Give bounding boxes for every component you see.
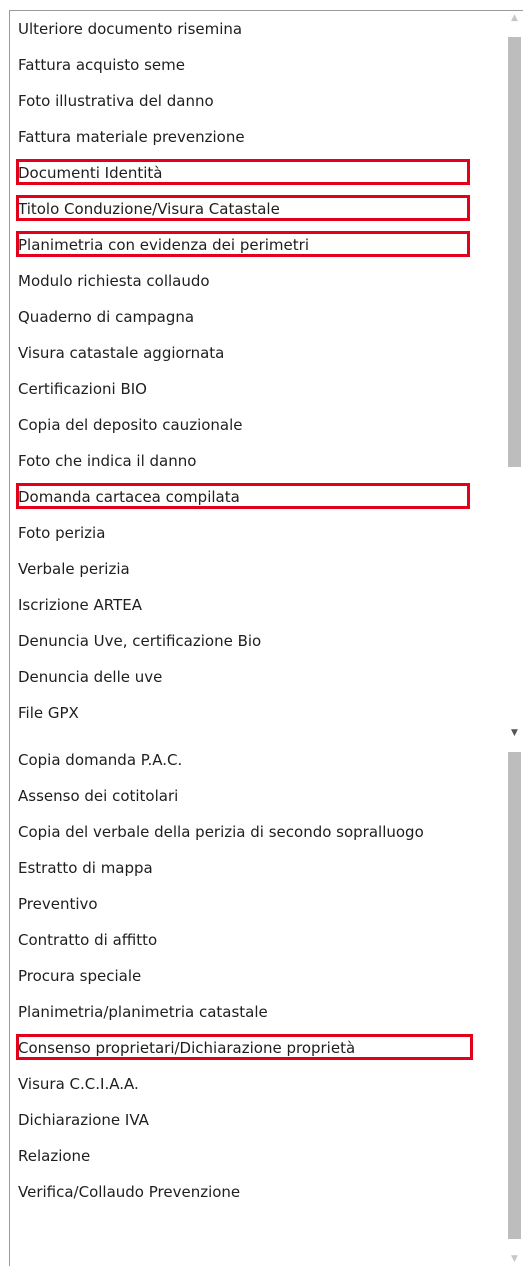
list-item-foto-che-indica-il-danno[interactable]: Foto che indica il danno [10, 443, 505, 479]
list-item-documenti-identita[interactable]: Documenti Identità [10, 155, 505, 191]
list-item-dichiarazione-iva[interactable]: Dichiarazione IVA [10, 1102, 505, 1138]
list-item-copia-domanda-pac[interactable]: Copia domanda P.A.C. [10, 742, 505, 778]
list-item-fattura-materiale-prevenzione[interactable]: Fattura materiale prevenzione [10, 119, 505, 155]
list-item-relazione[interactable]: Relazione [10, 1138, 505, 1174]
list-item-denuncia-uve-certificazione-bio[interactable]: Denuncia Uve, certificazione Bio [10, 623, 505, 659]
list-item-foto-illustrativa-del-danno[interactable]: Foto illustrativa del danno [10, 83, 505, 119]
list-item-contratto-di-affitto[interactable]: Contratto di affitto [10, 922, 505, 958]
scrollbar-thumb[interactable] [508, 37, 521, 467]
list-item-estratto-di-mappa[interactable]: Estratto di mappa [10, 850, 505, 886]
scroll-down-arrow-icon[interactable]: ▼ [506, 1252, 523, 1266]
scroll-up-arrow-icon[interactable]: ▲ [506, 11, 523, 25]
list-item-quaderno-di-campagna[interactable]: Quaderno di campagna [10, 299, 505, 335]
list-item-denuncia-delle-uve[interactable]: Denuncia delle uve [10, 659, 505, 695]
list-item-assenso-dei-cotitolari[interactable]: Assenso dei cotitolari [10, 778, 505, 814]
list-item-file-gpx[interactable]: File GPX [10, 695, 505, 731]
list-item-copia-verbale-perizia-secondo-sopralluogo[interactable]: Copia del verbale della perizia di secon… [10, 814, 505, 850]
document-type-list-top: Ulteriore documento risemina Fattura acq… [0, 0, 523, 740]
list-item-verifica-collaudo-prevenzione[interactable]: Verifica/Collaudo Prevenzione [10, 1174, 505, 1210]
document-type-list-bottom: Copia domanda P.A.C. Assenso dei cotitol… [0, 740, 523, 1266]
list-item-preventivo[interactable]: Preventivo [10, 886, 505, 922]
list-item-planimetria-catastale[interactable]: Planimetria/planimetria catastale [10, 994, 505, 1030]
list-item-visura-cciaa[interactable]: Visura C.C.I.A.A. [10, 1066, 505, 1102]
list-item-fattura-acquisto-seme[interactable]: Fattura acquisto seme [10, 47, 505, 83]
list-item-certificazioni-bio[interactable]: Certificazioni BIO [10, 371, 505, 407]
list-item-procura-speciale[interactable]: Procura speciale [10, 958, 505, 994]
list-item-titolo-conduzione-visura-catastale[interactable]: Titolo Conduzione/Visura Catastale [10, 191, 505, 227]
list-item-consenso-proprietari-dichiarazione-proprieta[interactable]: Consenso proprietari/Dichiarazione propr… [10, 1030, 505, 1066]
dropdown-list: Copia domanda P.A.C. Assenso dei cotitol… [10, 742, 505, 1210]
scrollbar-thumb[interactable] [508, 752, 521, 1239]
list-item-verbale-perizia[interactable]: Verbale perizia [10, 551, 505, 587]
scroll-down-arrow-icon[interactable]: ▼ [506, 726, 523, 740]
list-item-foto-perizia[interactable]: Foto perizia [10, 515, 505, 551]
list-item-ulteriore-documento-risemina[interactable]: Ulteriore documento risemina [10, 11, 505, 47]
list-item-modulo-richiesta-collaudo[interactable]: Modulo richiesta collaudo [10, 263, 505, 299]
vertical-scrollbar[interactable]: ▲ ▼ [506, 11, 523, 740]
dropdown-list: Ulteriore documento risemina Fattura acq… [10, 11, 505, 731]
list-item-copia-del-deposito-cauzionale[interactable]: Copia del deposito cauzionale [10, 407, 505, 443]
list-item-visura-catastale-aggiornata[interactable]: Visura catastale aggiornata [10, 335, 505, 371]
list-item-domanda-cartacea-compilata[interactable]: Domanda cartacea compilata [10, 479, 505, 515]
list-item-planimetria-con-evidenza-dei-perimetri[interactable]: Planimetria con evidenza dei perimetri [10, 227, 505, 263]
list-item-iscrizione-artea[interactable]: Iscrizione ARTEA [10, 587, 505, 623]
vertical-scrollbar[interactable]: ▼ [506, 740, 523, 1266]
